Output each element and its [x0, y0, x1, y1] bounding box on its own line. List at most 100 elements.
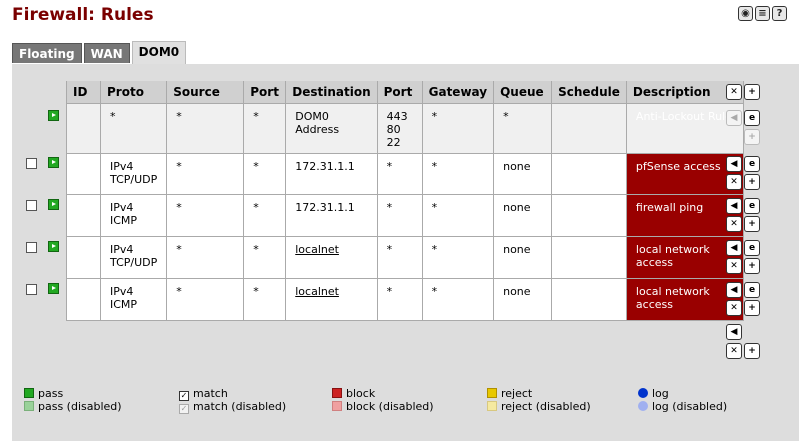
- cell-queue: *: [493, 103, 553, 154]
- help-icon[interactable]: ?: [772, 6, 787, 21]
- pass-icon: [24, 388, 34, 398]
- legend-reject-disabled: reject (disabled): [487, 400, 591, 413]
- cell-schedule: [551, 103, 627, 154]
- move-icon[interactable]: ◀: [726, 198, 742, 214]
- cell-schedule: [551, 153, 627, 195]
- table-row[interactable]: IPv4 TCP/UDP * * localnet * * none local…: [66, 236, 744, 279]
- cell-port: *: [243, 236, 287, 279]
- block-icon: [332, 388, 342, 398]
- cell-queue: none: [493, 153, 553, 195]
- move-icon: ◀: [726, 110, 742, 126]
- cell-dest-port: *: [376, 278, 423, 321]
- cell-id: [66, 278, 101, 321]
- reject-disabled-icon: [487, 401, 497, 411]
- rules-panel: ID Proto Source Port Destination Port Ga…: [12, 64, 799, 441]
- table-row[interactable]: IPv4 ICMP * * 172.31.1.1 * * none firewa…: [66, 194, 744, 237]
- pass-rule-icon[interactable]: [48, 283, 59, 294]
- cell-destination: 172.31.1.1: [285, 153, 378, 195]
- move-icon[interactable]: ◀: [726, 240, 742, 256]
- cell-proto: IPv4 TCP/UDP: [99, 153, 168, 195]
- edit-rule-icon[interactable]: e: [744, 282, 760, 298]
- list-icon[interactable]: ≡: [755, 6, 770, 21]
- cell-schedule: [551, 194, 627, 237]
- cell-dest-port: *: [376, 153, 423, 195]
- delete-rule-icon[interactable]: ✕: [726, 174, 742, 190]
- cell-queue: none: [493, 194, 553, 237]
- cell-gateway: *: [421, 278, 495, 321]
- log-disabled-icon: [638, 401, 648, 411]
- col-proto: Proto: [99, 81, 168, 104]
- pass-rule-icon[interactable]: [48, 199, 59, 210]
- delete-rule-icon[interactable]: ✕: [726, 216, 742, 232]
- add-rule-icon[interactable]: +: [744, 84, 760, 100]
- cell-queue: none: [493, 278, 553, 321]
- add-rule-icon[interactable]: +: [744, 216, 760, 232]
- move-icon[interactable]: ◀: [726, 324, 742, 340]
- cell-port: *: [243, 153, 287, 195]
- log-icon: [638, 388, 648, 398]
- pass-rule-icon[interactable]: [48, 110, 59, 121]
- row-control-4: [24, 283, 64, 297]
- col-port: Port: [243, 81, 287, 104]
- edit-rule-icon[interactable]: e: [744, 110, 760, 126]
- legend-pass-disabled: pass (disabled): [24, 400, 122, 413]
- add-rule-icon[interactable]: +: [744, 174, 760, 190]
- cell-dest-port: *: [376, 236, 423, 279]
- delete-selected-icon[interactable]: ✕: [726, 343, 742, 359]
- cell-destination: 172.31.1.1: [285, 194, 378, 237]
- match-disabled-icon: ✓: [179, 404, 189, 414]
- page-title: Firewall: Rules: [12, 5, 154, 25]
- row-select-checkbox[interactable]: [26, 284, 37, 295]
- table-row[interactable]: * * * DOM0 Address 443 80 22 * * Anti-Lo…: [66, 103, 744, 154]
- legend-match: ✓ match: [179, 387, 228, 401]
- cell-id: [66, 153, 101, 195]
- cell-source: *: [166, 194, 245, 237]
- tab-bar: Floating WAN DOM0: [12, 41, 188, 64]
- row-control-3: [24, 241, 64, 255]
- table-header-row: ID Proto Source Port Destination Port Ga…: [66, 81, 744, 104]
- tab-floating[interactable]: Floating: [12, 43, 82, 63]
- status-icon[interactable]: ◉: [738, 6, 753, 21]
- block-disabled-icon: [332, 401, 342, 411]
- pass-rule-icon[interactable]: [48, 241, 59, 252]
- delete-rule-icon[interactable]: ✕: [726, 300, 742, 316]
- edit-rule-icon[interactable]: e: [744, 198, 760, 214]
- reject-icon: [487, 388, 497, 398]
- cell-queue: none: [493, 236, 553, 279]
- cell-source: *: [166, 236, 245, 279]
- cell-port: *: [243, 194, 287, 237]
- col-gateway: Gateway: [421, 81, 495, 104]
- destination-link[interactable]: localnet: [285, 236, 378, 279]
- delete-selected-icon[interactable]: ✕: [726, 84, 742, 100]
- cell-source: *: [166, 153, 245, 195]
- row-select-checkbox[interactable]: [26, 200, 37, 211]
- table-row[interactable]: IPv4 ICMP * * localnet * * none local ne…: [66, 278, 744, 321]
- cell-gateway: *: [421, 103, 495, 154]
- legend-block-disabled: block (disabled): [332, 400, 434, 413]
- edit-rule-icon[interactable]: e: [744, 156, 760, 172]
- cell-proto: IPv4 ICMP: [99, 194, 168, 237]
- move-icon[interactable]: ◀: [726, 156, 742, 172]
- row-control-2: [24, 199, 64, 213]
- cell-dest-port: *: [376, 194, 423, 237]
- legend-log: log: [638, 387, 669, 400]
- table-row[interactable]: IPv4 TCP/UDP * * 172.31.1.1 * * none pfS…: [66, 153, 744, 195]
- rules-table: ID Proto Source Port Destination Port Ga…: [66, 81, 744, 321]
- cell-proto: *: [99, 103, 168, 154]
- cell-id: [66, 194, 101, 237]
- add-rule-icon[interactable]: +: [744, 258, 760, 274]
- col-dest-port: Port: [376, 81, 423, 104]
- destination-link[interactable]: localnet: [285, 278, 378, 321]
- edit-rule-icon[interactable]: e: [744, 240, 760, 256]
- move-icon[interactable]: ◀: [726, 282, 742, 298]
- cell-dest-port: 443 80 22: [376, 103, 423, 154]
- cell-port: *: [243, 103, 287, 154]
- row-select-checkbox[interactable]: [26, 158, 37, 169]
- add-rule-icon[interactable]: +: [744, 300, 760, 316]
- row-select-checkbox[interactable]: [26, 242, 37, 253]
- delete-rule-icon[interactable]: ✕: [726, 258, 742, 274]
- pass-rule-icon[interactable]: [48, 157, 59, 168]
- add-rule-icon[interactable]: +: [744, 343, 760, 359]
- tab-wan[interactable]: WAN: [83, 43, 130, 63]
- tab-dom0[interactable]: DOM0: [131, 41, 187, 64]
